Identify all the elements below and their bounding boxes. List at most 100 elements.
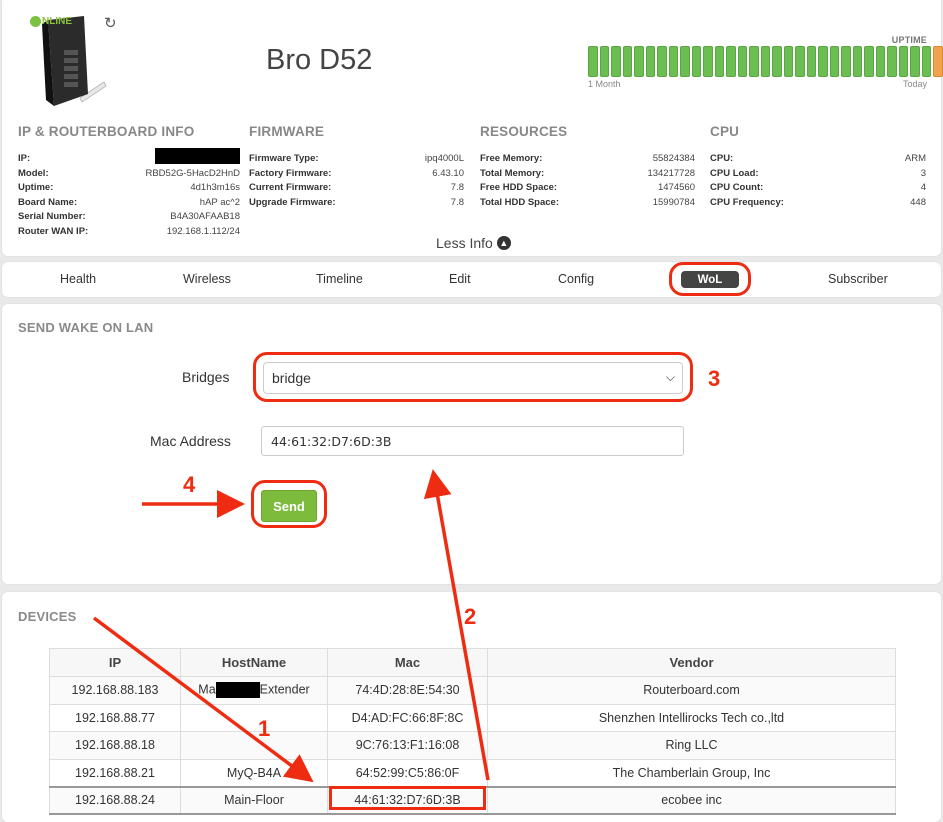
info-row: CPU Frequency: 448 xyxy=(710,196,926,211)
table-row[interactable]: 192.168.88.21 MyQ-B4A 64:52:99:C5:86:0F … xyxy=(49,758,896,787)
info-row-uptime: Uptime: 4d1h3m16s xyxy=(18,181,240,196)
tab-wireless[interactable]: Wireless xyxy=(183,272,231,286)
cell-ip: 192.168.88.21 xyxy=(49,758,181,787)
info-key: IP: xyxy=(18,153,31,164)
cell-ip: 192.168.88.183 xyxy=(49,676,181,705)
less-info-toggle[interactable]: Less Info ▲ xyxy=(436,235,511,251)
info-row: Current Firmware: 7.8 xyxy=(249,181,464,196)
info-value: B4A30AFAAB18 xyxy=(170,211,240,222)
info-row: Upgrade Firmware: 7.8 xyxy=(249,196,464,211)
uptime-bar xyxy=(760,46,770,77)
uptime-bar xyxy=(645,46,655,77)
info-row: Free HDD Space: 1474560 xyxy=(480,181,695,196)
cell-mac: 44:61:32:D7:6D:3B xyxy=(327,785,488,815)
cell-hostname xyxy=(180,703,328,732)
routerboard-info-title: IP & ROUTERBOARD INFO xyxy=(18,124,195,139)
tab-timeline[interactable]: Timeline xyxy=(316,272,363,286)
info-key: Firmware Type: xyxy=(249,153,319,164)
cell-vendor: Shenzhen Intellirocks Tech co.,ltd xyxy=(487,703,896,732)
uptime-bar xyxy=(841,46,851,77)
info-key: CPU Count: xyxy=(710,182,764,193)
info-row: Firmware Type: ipq4000L xyxy=(249,152,464,167)
cell-mac: 64:52:99:C5:86:0F xyxy=(327,758,488,787)
device-name: Bro D52 xyxy=(266,44,373,76)
uptime-bar xyxy=(921,46,931,77)
info-value: 3 xyxy=(920,167,926,179)
uptime-bar xyxy=(749,46,759,77)
info-value: 4d1h3m16s xyxy=(190,182,240,193)
uptime-bar xyxy=(726,46,736,77)
info-row: Total Memory: 134217728 xyxy=(480,167,695,182)
hostname-suffix: Extender xyxy=(259,682,310,697)
info-value: 134217728 xyxy=(647,167,695,179)
less-info-label: Less Info xyxy=(436,235,493,251)
cell-vendor: Ring LLC xyxy=(487,731,896,760)
info-row-ip: IP: xyxy=(18,148,240,167)
tab-edit[interactable]: Edit xyxy=(449,272,471,286)
mac-address-input[interactable]: 44:61:32:D7:6D:3B xyxy=(261,426,684,456)
tab-subscriber[interactable]: Subscriber xyxy=(828,272,888,286)
uptime-bar xyxy=(910,46,920,77)
column-header-mac[interactable]: Mac xyxy=(327,648,488,677)
cell-vendor: Routerboard.com xyxy=(487,676,896,705)
uptime-bar xyxy=(599,46,609,77)
bridges-select-value: bridge xyxy=(272,370,311,386)
refresh-icon[interactable]: ↻ xyxy=(104,14,117,32)
router-image xyxy=(42,16,107,106)
info-row: Factory Firmware: 6.43.10 xyxy=(249,167,464,182)
cell-hostname: MyQ-B4A xyxy=(180,758,328,787)
info-key: CPU Frequency: xyxy=(710,196,784,208)
tab-bar: Health Wireless Timeline Edit Config Sub… xyxy=(2,262,941,297)
uptime-bars xyxy=(588,46,943,77)
info-key: Free Memory: xyxy=(480,153,543,164)
info-key: CPU Load: xyxy=(710,167,759,179)
tab-health[interactable]: Health xyxy=(60,272,96,286)
info-row-serial: Serial Number: B4A30AFAAB18 xyxy=(18,210,240,225)
info-row-model: Model: RBD52G-5HacD2HnD xyxy=(18,167,240,182)
uptime-bar xyxy=(588,46,598,77)
annotation-step-2: 2 xyxy=(464,604,477,629)
table-row[interactable]: 192.168.88.183 Ma Extender 74:4D:28:8E:54… xyxy=(49,676,896,705)
info-key: Factory Firmware: xyxy=(249,167,332,179)
online-status-text: NLINE xyxy=(42,16,72,27)
info-value: 15990784 xyxy=(652,196,695,208)
tab-config[interactable]: Config xyxy=(558,272,594,286)
cpu-title: CPU xyxy=(710,124,740,139)
uptime-bar xyxy=(852,46,862,77)
send-button[interactable]: Send xyxy=(261,490,317,522)
uptime-bar xyxy=(818,46,828,77)
column-header-vendor[interactable]: Vendor xyxy=(487,648,896,677)
uptime-label: UPTIME xyxy=(891,35,927,45)
cell-hostname: Main-Floor xyxy=(180,785,328,815)
uptime-bar xyxy=(703,46,713,77)
table-row[interactable]: 192.168.88.18 9C:76:13:F1:16:08 Ring LLC xyxy=(49,731,896,760)
cell-mac: D4:AD:FC:66:8F:8C xyxy=(327,703,488,732)
uptime-range-start: 1 Month xyxy=(588,79,621,89)
info-row: Total HDD Space: 15990784 xyxy=(480,196,695,211)
info-key: Router WAN IP: xyxy=(18,225,89,237)
column-header-hostname[interactable]: HostName xyxy=(180,648,328,677)
info-value: 4 xyxy=(920,182,926,193)
table-row[interactable]: 192.168.88.77 D4:AD:FC:66:8F:8C Shenzhen… xyxy=(49,703,896,732)
info-value: 6.43.10 xyxy=(432,167,464,179)
info-row: CPU: ARM xyxy=(710,152,926,167)
redacted-hostname xyxy=(215,682,260,699)
annotation-step-1: 1 xyxy=(258,716,271,741)
uptime-bar xyxy=(634,46,644,77)
column-header-ip[interactable]: IP xyxy=(49,648,181,677)
tab-wol[interactable]: WoL xyxy=(681,271,739,288)
uptime-bar xyxy=(875,46,885,77)
cell-ip: 192.168.88.24 xyxy=(49,785,181,815)
cell-ip: 192.168.88.77 xyxy=(49,703,181,732)
info-value: 7.8 xyxy=(450,196,464,208)
info-key: Current Firmware: xyxy=(249,182,332,193)
info-value: ipq4000L xyxy=(424,153,464,164)
redacted-ip xyxy=(155,148,240,164)
info-value: 55824384 xyxy=(652,153,695,164)
table-row-selected[interactable]: 192.168.88.24 Main-Floor 44:61:32:D7:6D:… xyxy=(49,785,896,815)
uptime-bar xyxy=(933,46,943,77)
info-value: RBD52G-5HacD2HnD xyxy=(145,167,240,179)
bridges-select[interactable]: bridge ⌵ xyxy=(263,362,683,394)
cell-mac: 9C:76:13:F1:16:08 xyxy=(327,731,488,760)
status-dot-icon xyxy=(30,16,41,27)
